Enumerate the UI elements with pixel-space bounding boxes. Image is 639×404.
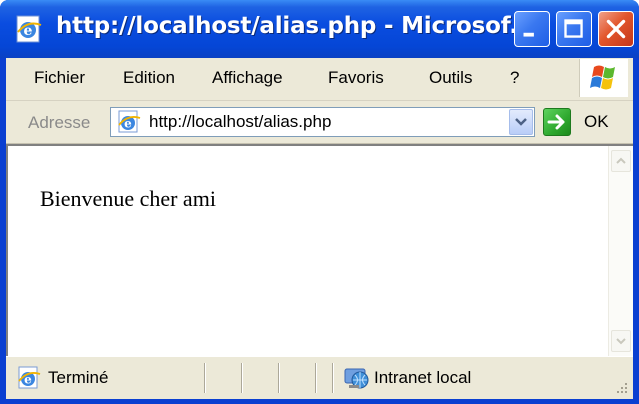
title-bar[interactable]: e http://localhost/alias.php - Microsof.… xyxy=(0,0,639,58)
status-separator xyxy=(332,363,334,393)
menu-edition[interactable]: Edition xyxy=(123,68,175,88)
menu-fichier[interactable]: Fichier xyxy=(34,68,85,88)
page-text: Bienvenue cher ami xyxy=(40,186,216,211)
go-button[interactable] xyxy=(543,108,571,136)
resize-grip-icon[interactable] xyxy=(613,379,629,395)
status-separator xyxy=(278,363,280,393)
vertical-scrollbar[interactable] xyxy=(608,146,633,356)
go-label[interactable]: OK xyxy=(584,112,609,132)
address-url: http://localhost/alias.php xyxy=(149,112,332,131)
address-dropdown-button[interactable] xyxy=(509,109,533,135)
close-button[interactable] xyxy=(598,11,634,47)
ie-page-icon: e xyxy=(118,110,141,133)
menu-help[interactable]: ? xyxy=(510,68,519,88)
minimize-icon xyxy=(523,32,534,37)
intranet-globe-icon xyxy=(344,368,369,389)
menu-favoris[interactable]: Favoris xyxy=(328,68,384,88)
scroll-down-button[interactable] xyxy=(611,330,631,352)
window-title: http://localhost/alias.php - Microsof... xyxy=(56,13,535,39)
windows-logo-icon xyxy=(590,65,615,90)
address-bar: Adresse e http://localhost/alias.php OK xyxy=(6,101,633,144)
minimize-button[interactable] xyxy=(514,11,550,47)
menu-outils[interactable]: Outils xyxy=(429,68,472,88)
ie-page-icon: e xyxy=(16,15,42,43)
address-label: Adresse xyxy=(28,113,91,132)
scroll-up-button[interactable] xyxy=(611,150,631,172)
close-icon xyxy=(606,19,626,39)
page-content: Bienvenue cher ami xyxy=(6,144,633,356)
chevron-up-icon xyxy=(616,157,626,164)
maximize-button[interactable] xyxy=(556,11,592,47)
status-separator xyxy=(315,363,317,393)
status-bar: e Terminé Intranet local xyxy=(6,356,633,399)
address-input[interactable]: e http://localhost/alias.php xyxy=(110,107,535,137)
windows-logo xyxy=(579,59,628,97)
maximize-icon xyxy=(564,19,583,38)
security-zone-text: Intranet local xyxy=(374,368,472,387)
status-text: Terminé xyxy=(48,368,109,387)
ie-page-icon: e xyxy=(18,366,41,389)
chevron-down-icon xyxy=(616,338,626,345)
go-arrow-icon xyxy=(547,114,565,130)
chevron-down-icon xyxy=(515,118,527,126)
status-separator xyxy=(241,363,243,393)
menu-affichage[interactable]: Affichage xyxy=(212,68,283,88)
browser-window: e http://localhost/alias.php - Microsof.… xyxy=(0,0,639,404)
status-separator xyxy=(204,363,206,393)
menu-bar: Fichier Edition Affichage Favoris Outils… xyxy=(6,58,633,101)
